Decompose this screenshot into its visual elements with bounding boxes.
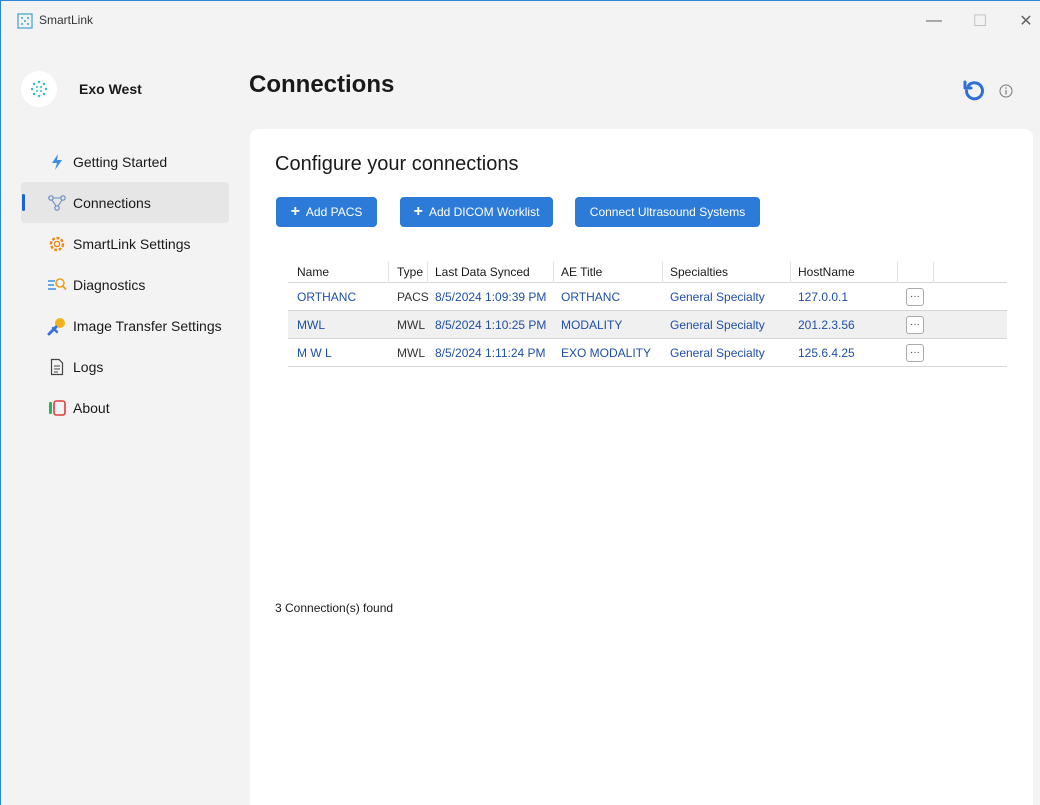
column-divider[interactable] (662, 262, 663, 283)
cell-last-synced: 8/5/2024 1:10:25 PM (435, 317, 547, 332)
sidebar-item-label: Image Transfer Settings (73, 317, 222, 334)
plus-icon: + (413, 203, 423, 220)
plus-icon: + (290, 203, 300, 220)
button-label: Connect Ultrasound Systems (589, 205, 746, 219)
smartlink-logo-icon (17, 13, 33, 29)
sidebar-item-diagnostics[interactable]: Diagnostics (21, 264, 229, 305)
connection-count: 3 Connection(s) found (275, 601, 394, 615)
refresh-icon (963, 80, 984, 101)
transfer-icon (47, 316, 67, 336)
cell-hostname: 125.6.4.25 (798, 345, 855, 360)
row-more-button[interactable]: ··· (906, 344, 924, 362)
sidebar-item-smartlink-settings[interactable]: SmartLink Settings (21, 223, 229, 264)
column-header-hostname[interactable]: HostName (798, 262, 855, 282)
cell-type: MWL (397, 317, 425, 332)
magnifier-list-icon (47, 275, 67, 295)
sidebar-item-label: SmartLink Settings (73, 235, 191, 252)
sidebar-item-image-transfer-settings[interactable]: Image Transfer Settings (21, 305, 229, 346)
table-row[interactable]: MWL MWL 8/5/2024 1:10:25 PM MODALITY Gen… (288, 311, 1007, 339)
maximize-button[interactable]: ☐ (957, 1, 1003, 41)
sidebar-item-label: About (73, 399, 110, 416)
column-header-last-synced[interactable]: Last Data Synced (435, 262, 530, 282)
sidebar-item-label: Connections (73, 194, 151, 211)
sidebar-item-getting-started[interactable]: Getting Started (21, 141, 229, 182)
column-divider[interactable] (790, 262, 791, 283)
column-divider[interactable] (897, 262, 898, 283)
cell-specialty: General Specialty (670, 317, 765, 332)
minimize-button[interactable]: — (911, 1, 957, 41)
cell-ae-title: ORTHANC (561, 289, 621, 304)
cell-specialty: General Specialty (670, 345, 765, 360)
cell-hostname: 201.2.3.56 (798, 317, 855, 332)
page-title: Connections (249, 71, 395, 98)
sidebar-item-label: Getting Started (73, 153, 168, 170)
cell-specialty: General Specialty (670, 289, 765, 304)
section-heading: Configure your connections (275, 153, 519, 175)
connections-table: Name Type Last Data Synced AE Title Spec… (288, 262, 1007, 367)
close-button[interactable]: ✕ (1003, 1, 1040, 41)
network-icon (47, 193, 67, 213)
cell-last-synced: 8/5/2024 1:09:39 PM (435, 289, 547, 304)
table-row[interactable]: ORTHANC PACS 8/5/2024 1:09:39 PM ORTHANC… (288, 283, 1007, 311)
app-window: SmartLink — ☐ ✕ Exo West Getting Started (0, 0, 1040, 805)
sidebar-item-logs[interactable]: Logs (21, 346, 229, 387)
add-pacs-button[interactable]: + Add PACS (276, 197, 377, 227)
column-header-type[interactable]: Type (397, 262, 423, 282)
column-divider[interactable] (427, 262, 428, 283)
gear-icon (47, 234, 67, 254)
profile-name: Exo West (79, 81, 142, 97)
info-icon (999, 84, 1013, 98)
column-divider[interactable] (553, 262, 554, 283)
sidebar-nav: Getting Started Connections SmartLink Se… (21, 141, 229, 428)
avatar (21, 71, 57, 107)
sidebar-item-label: Diagnostics (73, 276, 146, 293)
cell-ae-title: EXO MODALITY (561, 345, 652, 360)
table-header-row: Name Type Last Data Synced AE Title Spec… (288, 262, 1007, 283)
sidebar-item-about[interactable]: About (21, 387, 229, 428)
add-dicom-worklist-button[interactable]: + Add DICOM Worklist (400, 197, 553, 227)
lightning-icon (47, 152, 67, 172)
table-row[interactable]: M W L MWL 8/5/2024 1:11:24 PM EXO MODALI… (288, 339, 1007, 367)
column-divider[interactable] (388, 262, 389, 283)
sidebar-item-connections[interactable]: Connections (21, 182, 229, 223)
document-icon (47, 357, 67, 377)
cell-type: MWL (397, 345, 425, 360)
connections-card: Configure your connections + Add PACS + … (250, 129, 1033, 805)
column-divider[interactable] (933, 262, 934, 283)
refresh-button[interactable] (961, 77, 987, 103)
cell-hostname: 127.0.0.1 (798, 289, 849, 304)
title-bar: SmartLink — ☐ ✕ (1, 1, 1040, 41)
cell-type: PACS (397, 289, 429, 304)
cell-name[interactable]: ORTHANC (297, 283, 356, 310)
info-button[interactable] (998, 83, 1014, 99)
connect-ultrasound-systems-button[interactable]: Connect Ultrasound Systems (575, 197, 760, 227)
column-header-ae-title[interactable]: AE Title (561, 262, 602, 282)
exo-logo-icon (30, 80, 48, 98)
cell-name[interactable]: M W L (297, 339, 332, 366)
row-more-button[interactable]: ··· (906, 288, 924, 306)
about-icon (47, 398, 67, 418)
cell-name[interactable]: MWL (297, 311, 325, 338)
column-header-specialties[interactable]: Specialties (670, 262, 728, 282)
button-label: Add PACS (305, 205, 363, 219)
column-header-name[interactable]: Name (297, 262, 329, 282)
row-more-button[interactable]: ··· (906, 316, 924, 334)
sidebar-item-label: Logs (73, 358, 104, 375)
cell-ae-title: MODALITY (561, 317, 623, 332)
window-title: SmartLink (39, 13, 94, 27)
button-label: Add DICOM Worklist (428, 205, 540, 219)
cell-last-synced: 8/5/2024 1:11:24 PM (435, 345, 546, 360)
profile-header[interactable]: Exo West (21, 69, 142, 109)
